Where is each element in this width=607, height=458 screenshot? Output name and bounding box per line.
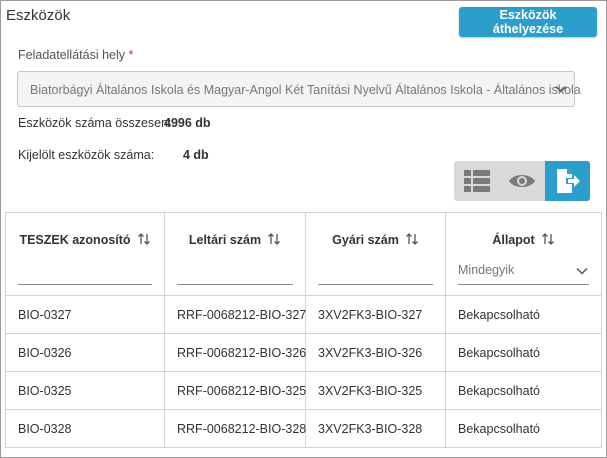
teszek-id-cell: BIO-0327 — [5, 295, 165, 334]
selected-assets-label: Kijelölt eszközök száma: — [18, 148, 155, 162]
column-inventory-number: Leltári szám — [164, 212, 306, 296]
total-assets-value: 4996 db — [164, 116, 211, 130]
export-button[interactable] — [545, 161, 590, 201]
assets-panel: Eszközök Eszközök áthelyezése Feladatell… — [0, 0, 607, 458]
status-cell: Bekapcsolható — [445, 295, 602, 334]
table-row[interactable]: BIO-0325 RRF-0068212-BIO-325 3XV2FK3-BIO… — [5, 371, 602, 410]
location-select[interactable]: Biatorbágyi Általános Iskola és Magyar-A… — [17, 71, 581, 107]
column-header[interactable]: Állapot — [458, 232, 589, 248]
inventory-number-cell: RRF-0068212-BIO-326 — [164, 333, 306, 372]
column-label: TESZEK azonosító — [19, 233, 131, 247]
chevron-down-icon — [555, 85, 567, 93]
column-header[interactable]: TESZEK azonosító — [18, 232, 152, 248]
serial-number-filter-input[interactable] — [318, 265, 433, 285]
assets-table: TESZEK azonosító Leltári szám Gyári szám — [5, 212, 602, 448]
status-filter-select[interactable]: Mindegyik — [458, 258, 589, 285]
column-serial-number: Gyári szám — [305, 212, 446, 296]
inventory-number-cell: RRF-0068212-BIO-328 — [164, 409, 306, 448]
table-header-row: TESZEK azonosító Leltári szám Gyári szám — [5, 212, 602, 296]
column-status: Állapot Mindegyik — [445, 212, 602, 296]
table-row[interactable]: BIO-0326 RRF-0068212-BIO-326 3XV2FK3-BIO… — [5, 333, 602, 372]
status-cell: Bekapcsolható — [445, 333, 602, 372]
column-label: Gyári szám — [332, 233, 399, 247]
list-icon — [463, 170, 490, 192]
view-mode-group — [454, 161, 590, 201]
page-title: Eszközök — [6, 7, 71, 24]
table-row[interactable]: BIO-0328 RRF-0068212-BIO-328 3XV2FK3-BIO… — [5, 409, 602, 448]
selected-assets-value: 4 db — [183, 148, 209, 162]
export-icon — [556, 169, 580, 193]
inventory-number-cell: RRF-0068212-BIO-325 — [164, 371, 306, 410]
sort-icon[interactable] — [137, 232, 151, 246]
table-row[interactable]: BIO-0327 RRF-0068212-BIO-327 3XV2FK3-BIO… — [5, 295, 602, 334]
serial-number-cell: 3XV2FK3-BIO-327 — [305, 295, 446, 334]
sort-icon[interactable] — [405, 232, 419, 246]
teszek-id-cell: BIO-0325 — [5, 371, 165, 410]
sort-icon[interactable] — [267, 232, 281, 246]
serial-number-cell: 3XV2FK3-BIO-328 — [305, 409, 446, 448]
location-label-text: Feladatellátási hely — [18, 48, 126, 62]
chevron-down-icon — [576, 267, 588, 275]
status-cell: Bekapcsolható — [445, 371, 602, 410]
location-label: Feladatellátási hely * — [18, 48, 133, 62]
column-header[interactable]: Gyári szám — [318, 232, 433, 248]
eye-icon — [508, 175, 535, 187]
teszek-id-cell: BIO-0328 — [5, 409, 165, 448]
status-cell: Bekapcsolható — [445, 409, 602, 448]
total-assets-label: Eszközök száma összesen: — [18, 116, 172, 130]
inventory-number-cell: RRF-0068212-BIO-327 — [164, 295, 306, 334]
column-teszek-id: TESZEK azonosító — [5, 212, 165, 296]
location-select-value: Biatorbágyi Általános Iskola és Magyar-A… — [30, 83, 581, 97]
preview-button[interactable] — [499, 161, 544, 201]
status-filter-value: Mindegyik — [458, 263, 515, 277]
list-view-button[interactable] — [454, 161, 499, 201]
teszek-id-cell: BIO-0326 — [5, 333, 165, 372]
serial-number-cell: 3XV2FK3-BIO-326 — [305, 333, 446, 372]
inventory-number-filter-input[interactable] — [177, 265, 293, 285]
required-mark: * — [128, 48, 134, 62]
serial-number-cell: 3XV2FK3-BIO-325 — [305, 371, 446, 410]
sort-icon[interactable] — [541, 232, 555, 246]
column-label: Állapot — [492, 233, 535, 247]
column-label: Leltári szám — [188, 233, 262, 247]
column-header[interactable]: Leltári szám — [177, 232, 293, 248]
teszek-id-filter-input[interactable] — [18, 265, 152, 285]
move-assets-button[interactable]: Eszközök áthelyezése — [459, 7, 597, 37]
